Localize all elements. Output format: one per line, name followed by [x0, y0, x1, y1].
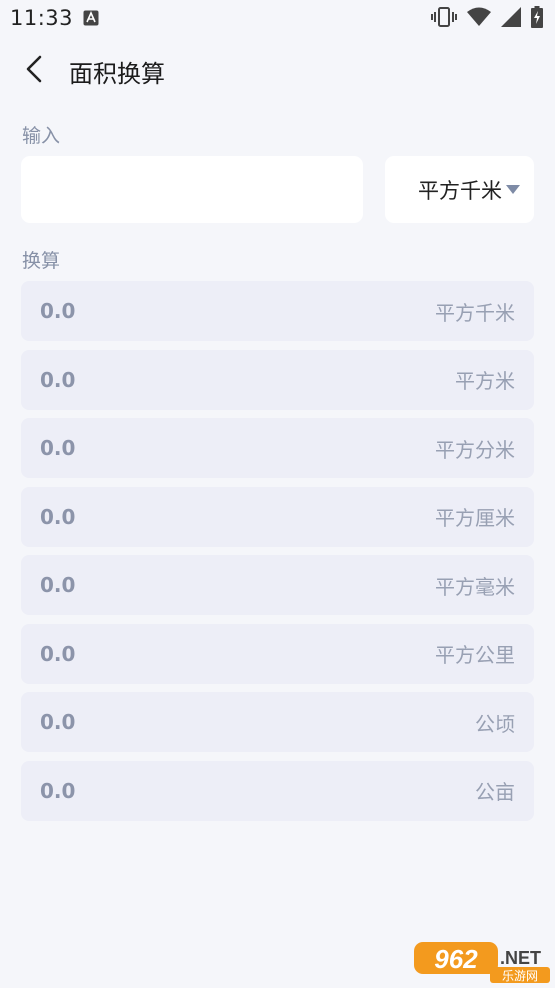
result-value: 0.0 — [40, 778, 76, 803]
result-value: 0.0 — [40, 299, 76, 323]
watermark-logo: 962 .NET 乐游网 — [412, 936, 552, 984]
conversion-section-label: 换算 — [22, 250, 61, 272]
status-bar: 11:33 — [0, 0, 555, 38]
result-row-square-meter: 0.0 平方米 — [21, 349, 534, 410]
result-row-square-millimeter: 0.0 平方毫米 — [21, 555, 534, 615]
result-unit: 平方千米 — [435, 300, 515, 325]
result-row-hectare: 0.0 公顷 — [21, 692, 534, 752]
watermark-caption: 乐游网 — [502, 969, 538, 983]
result-unit: 平方分米 — [435, 437, 515, 462]
result-unit: 公亩 — [475, 780, 515, 804]
back-button[interactable] — [16, 52, 52, 90]
watermark-suffix: .NET — [500, 948, 541, 968]
status-icons — [431, 6, 543, 32]
result-unit: 平方厘米 — [435, 506, 515, 530]
result-value: 0.0 — [40, 504, 76, 529]
result-unit: 平方米 — [455, 369, 515, 393]
result-row-square-centimeter: 0.0 平方厘米 — [21, 486, 534, 547]
conversion-results-list: 0.0 平方千米 0.0 平方米 0.0 平方分米 0.0 平方厘米 0.0 平… — [21, 281, 534, 829]
result-value: 0.0 — [40, 367, 76, 392]
selected-unit-label: 平方千米 — [418, 178, 502, 203]
result-value: 0.0 — [40, 436, 76, 460]
page-title: 面积换算 — [69, 60, 165, 88]
value-input[interactable] — [21, 156, 363, 223]
result-row-are: 0.0 公亩 — [21, 760, 534, 821]
input-section-label: 输入 — [22, 125, 61, 147]
unit-dropdown[interactable]: 平方千米 — [385, 156, 534, 223]
chevron-left-icon — [24, 54, 44, 88]
triangle-down-icon — [506, 180, 520, 199]
result-value: 0.0 — [40, 573, 76, 597]
result-unit: 公顷 — [475, 711, 515, 736]
vibrate-icon — [431, 6, 457, 32]
app-header: 面积换算 — [0, 38, 555, 104]
status-time: 11:33 — [10, 6, 74, 30]
result-row-square-decimeter: 0.0 平方分米 — [21, 418, 534, 478]
result-unit: 平方公里 — [435, 643, 515, 667]
app-notification-icon — [83, 10, 99, 26]
signal-icon — [501, 7, 521, 31]
result-value: 0.0 — [40, 641, 76, 666]
result-unit: 平方毫米 — [435, 574, 515, 599]
result-value: 0.0 — [40, 710, 76, 734]
result-row-square-kilometer: 0.0 平方千米 — [21, 281, 534, 341]
wifi-icon — [467, 7, 491, 31]
watermark-brand: 962 — [434, 944, 478, 974]
result-row-square-gongli: 0.0 平方公里 — [21, 623, 534, 684]
battery-charging-icon — [531, 6, 543, 32]
